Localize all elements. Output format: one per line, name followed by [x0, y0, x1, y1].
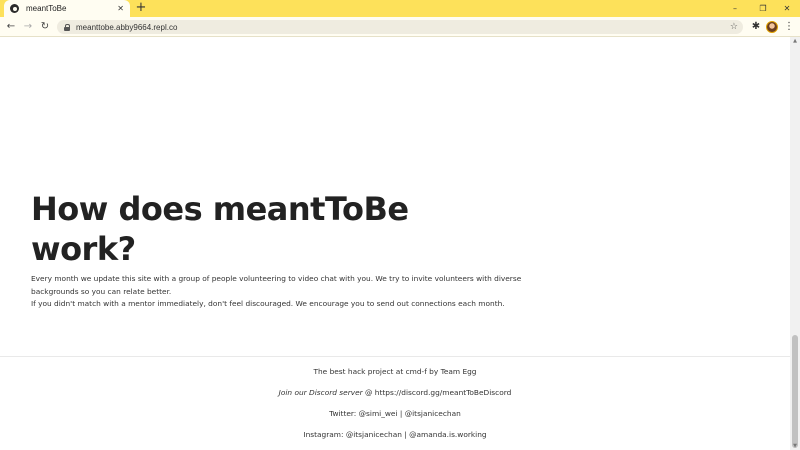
discord-label: Join our Discord server — [278, 388, 363, 397]
footer-discord: Join our Discord server @ https://discor… — [0, 388, 790, 397]
lock-icon — [64, 23, 70, 31]
how-it-works-paragraph-1: Every month we update this site with a g… — [31, 274, 522, 296]
extensions-puzzle-icon[interactable]: ✱ — [750, 19, 762, 35]
address-bar[interactable]: meanttobe.abby9664.repl.co ☆ — [57, 20, 743, 34]
scroll-down-arrow-icon[interactable]: ▼ — [790, 442, 800, 450]
tab-title: meantToBe — [26, 4, 67, 13]
footer-credits: The best hack project at cmd-f by Team E… — [313, 367, 477, 376]
forward-button[interactable]: → — [21, 19, 35, 35]
tab-strip: meantToBe ✕ + – ❐ ✕ — [0, 0, 800, 17]
window-close-button[interactable]: ✕ — [772, 0, 800, 17]
tab-close-icon[interactable]: ✕ — [117, 4, 124, 13]
browser-menu-icon[interactable]: ⋮ — [784, 19, 794, 35]
bookmark-star-icon[interactable]: ☆ — [730, 20, 738, 34]
page-viewport: How does meantToBe work? Every month we … — [0, 37, 790, 450]
page-scrollbar[interactable]: ▲ ▼ — [790, 37, 800, 450]
scrollbar-thumb[interactable] — [792, 335, 798, 448]
page-heading: How does meantToBe work? — [31, 190, 409, 268]
tab-meanttobe[interactable]: meantToBe ✕ — [4, 0, 130, 17]
reload-button[interactable]: ↻ — [38, 19, 52, 35]
footer-instagram[interactable]: Instagram: @itsjanicechan | @amanda.is.w… — [0, 430, 790, 439]
discord-link[interactable]: https://discord.gg/meantToBeDiscord — [375, 388, 512, 397]
new-tab-button[interactable]: + — [135, 0, 147, 17]
page-footer: The best hack project at cmd-f by Team E… — [0, 356, 790, 450]
address-url[interactable]: meanttobe.abby9664.repl.co — [76, 23, 177, 32]
profile-avatar[interactable] — [766, 21, 778, 33]
how-it-works-text: Every month we update this site with a g… — [31, 273, 531, 311]
back-button[interactable]: ← — [4, 19, 18, 35]
how-it-works-paragraph-2: If you didn't match with a mentor immedi… — [31, 299, 505, 308]
minimize-button[interactable]: – — [720, 0, 750, 17]
footer-twitter[interactable]: Twitter: @simi_wei | @itsjanicechan — [0, 409, 790, 418]
discord-separator: @ — [362, 388, 375, 397]
globe-icon — [10, 4, 19, 13]
browser-toolbar: ← → ↻ meanttobe.abby9664.repl.co ☆ ✱ ⋮ — [0, 17, 800, 37]
scroll-up-arrow-icon[interactable]: ▲ — [790, 37, 800, 45]
